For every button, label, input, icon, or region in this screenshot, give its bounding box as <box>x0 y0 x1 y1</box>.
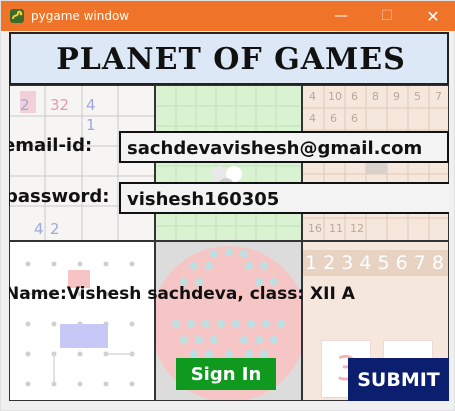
window-title: pygame window <box>31 9 130 23</box>
submit-button[interactable]: SUBMIT <box>348 358 449 401</box>
dots-board-graphic <box>25 261 135 387</box>
sudoku-digit: 32 <box>50 96 70 114</box>
maximize-button[interactable]: ☐ <box>364 1 410 31</box>
grid-number: 6 <box>330 112 337 125</box>
password-label: password: <box>9 186 110 207</box>
minimize-icon: — <box>334 8 348 24</box>
green-board-thumbnail <box>155 85 302 241</box>
sudoku-digit: 2 <box>50 220 60 238</box>
sign-in-button[interactable]: Sign In <box>176 358 276 390</box>
pygame-window: pygame window — ☐ ✕ 2 32 4 1 4 2 4 10 6 … <box>0 0 455 411</box>
grid-number: 4 <box>309 112 316 125</box>
sudoku-digit: 4 <box>34 220 44 238</box>
number-grid-thumbnail: 4 10 6 8 9 5 7 4 6 6 4 5 9 8 16 11 12 <box>302 85 449 241</box>
grid-number: 6 <box>351 90 358 103</box>
grid-number: 12 <box>350 222 364 235</box>
grid-number: 9 <box>393 90 400 103</box>
sudoku-digit: 1 <box>86 116 96 134</box>
header-banner: PLANET OF GAMES <box>9 32 449 85</box>
grid-number: 5 <box>414 90 421 103</box>
password-field[interactable]: vishesh160305 <box>119 182 449 214</box>
sudoku-digit: 2 <box>20 96 30 114</box>
number-grid-graphic <box>303 86 448 240</box>
maximize-icon: ☐ <box>380 8 394 24</box>
grid-number: 11 <box>329 222 343 235</box>
dots-and-boxes-thumbnail <box>9 241 155 401</box>
close-button[interactable]: ✕ <box>410 1 455 31</box>
grid-number: 4 <box>309 90 316 103</box>
checker-board-graphic <box>156 86 301 240</box>
sudoku-digit: 4 <box>86 96 96 114</box>
user-info-text: Name:Vishesh sachdeva, class: XII A <box>9 284 355 304</box>
close-icon: ✕ <box>426 6 440 26</box>
email-field[interactable]: sachdevavishesh@gmail.com <box>119 131 449 163</box>
page-title: PLANET OF GAMES <box>56 42 406 77</box>
number-strip-label: 1 2 3 4 5 6 7 8 9 <box>305 252 449 274</box>
grid-number: 6 <box>351 112 358 125</box>
grid-number: 16 <box>308 222 322 235</box>
game-canvas: 2 32 4 1 4 2 4 10 6 8 9 5 7 4 6 6 16 11 … <box>9 32 449 401</box>
sudoku-grid-graphic <box>10 86 154 240</box>
email-label: email-id: <box>9 135 93 156</box>
minimize-button[interactable]: — <box>318 1 364 31</box>
number-strip: 1 2 3 4 5 6 7 8 9 <box>303 250 449 276</box>
pygame-snake-icon <box>10 9 24 23</box>
grid-number: 10 <box>328 90 342 103</box>
title-bar[interactable]: pygame window — ☐ ✕ <box>1 1 455 31</box>
sudoku-thumbnail: 2 32 4 1 4 2 <box>9 85 155 241</box>
grid-number: 8 <box>372 90 379 103</box>
grid-number: 7 <box>435 90 442 103</box>
